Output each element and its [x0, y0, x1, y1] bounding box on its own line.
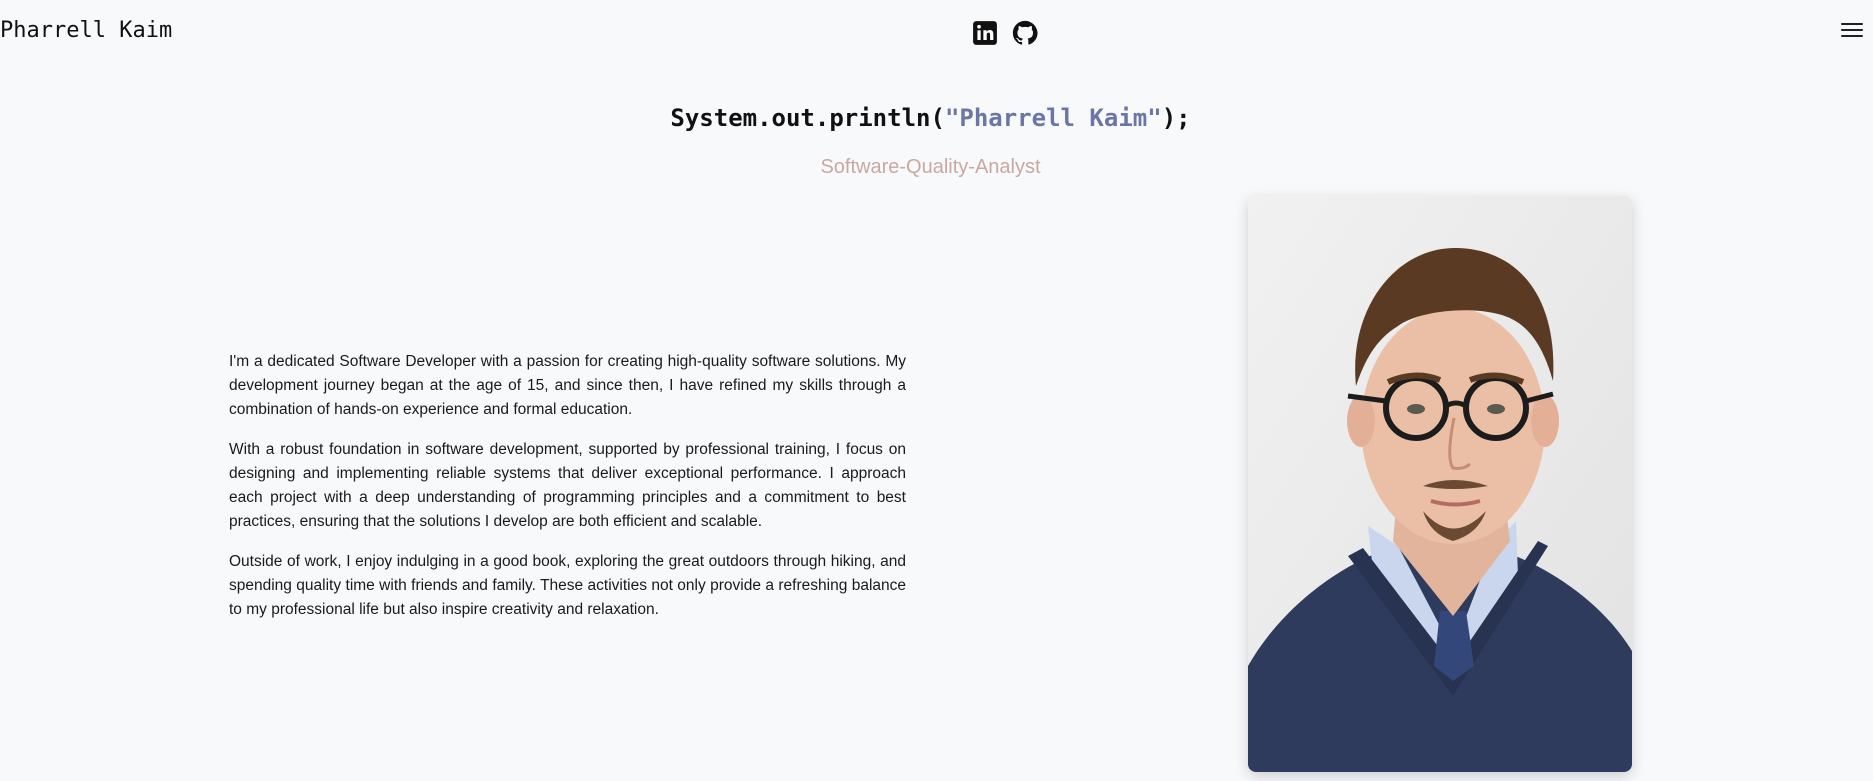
social-links [972, 20, 1038, 46]
hero-code-headline: System.out.println("Pharrell Kaim"); [0, 104, 1861, 132]
about-paragraph: With a robust foundation in software dev… [229, 441, 906, 530]
linkedin-icon[interactable] [972, 20, 998, 46]
about-paragraph: Outside of work, I enjoy indulging in a … [229, 553, 906, 618]
code-suffix: ); [1161, 104, 1191, 132]
role-subtitle: Software-Quality-Analyst [820, 156, 1041, 178]
github-icon[interactable] [1012, 20, 1038, 46]
about-paragraph: I'm a dedicated Software Developer with … [229, 353, 906, 418]
code-prefix: System.out.println( [670, 104, 945, 132]
code-string: "Pharrell Kaim" [944, 104, 1162, 132]
profile-portrait [1248, 196, 1632, 772]
site-brand[interactable]: Pharrell Kaim [0, 18, 172, 43]
hamburger-menu-icon[interactable] [1841, 20, 1863, 38]
about-section: I'm a dedicated Software Developer with … [229, 350, 906, 638]
